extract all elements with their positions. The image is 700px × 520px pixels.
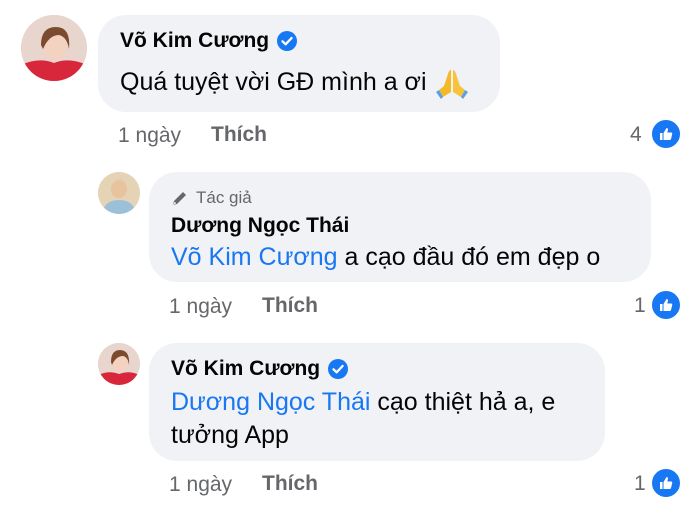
comment-author-name[interactable]: Dương Ngọc Thái	[171, 214, 349, 238]
avatar-duong-ngoc-thai[interactable]	[98, 172, 140, 214]
like-reaction-icon[interactable]	[650, 118, 682, 150]
folded-hands-emoji-icon	[435, 66, 469, 100]
comment-timestamp[interactable]: 1 ngày	[118, 124, 181, 148]
verified-badge-icon	[328, 359, 349, 379]
verified-badge-icon	[277, 31, 298, 51]
reaction-count[interactable]: 1	[634, 472, 646, 496]
comment-text: Dương Ngọc Thái cạo thiệt hả a, e tưởng …	[171, 388, 556, 449]
comment-timestamp[interactable]: 1 ngày	[169, 295, 232, 319]
comment-text: Quá tuyệt vời GĐ mình a ơi	[120, 66, 469, 100]
avatar-vo-kim-cuong[interactable]	[21, 15, 87, 81]
author-tag: Tác giả	[171, 188, 252, 208]
pen-icon	[173, 192, 186, 205]
like-reaction-icon[interactable]	[650, 289, 682, 321]
like-button[interactable]: Thích	[262, 294, 318, 318]
comment-author-name[interactable]: Võ Kim Cương	[171, 357, 349, 381]
like-button[interactable]: Thích	[262, 472, 318, 496]
like-reaction-icon[interactable]	[650, 467, 682, 499]
mention-link[interactable]: Dương Ngọc Thái	[171, 388, 370, 416]
mention-link[interactable]: Võ Kim Cương	[171, 243, 338, 271]
avatar-vo-kim-cuong[interactable]	[98, 343, 140, 385]
like-button[interactable]: Thích	[211, 123, 267, 147]
comment-timestamp[interactable]: 1 ngày	[169, 473, 232, 497]
comment-text: Võ Kim Cương a cạo đầu đó em đẹp o	[171, 243, 601, 271]
reaction-count[interactable]: 1	[634, 294, 646, 318]
comment-author-name[interactable]: Võ Kim Cương	[120, 29, 298, 53]
reaction-count[interactable]: 4	[630, 123, 642, 147]
